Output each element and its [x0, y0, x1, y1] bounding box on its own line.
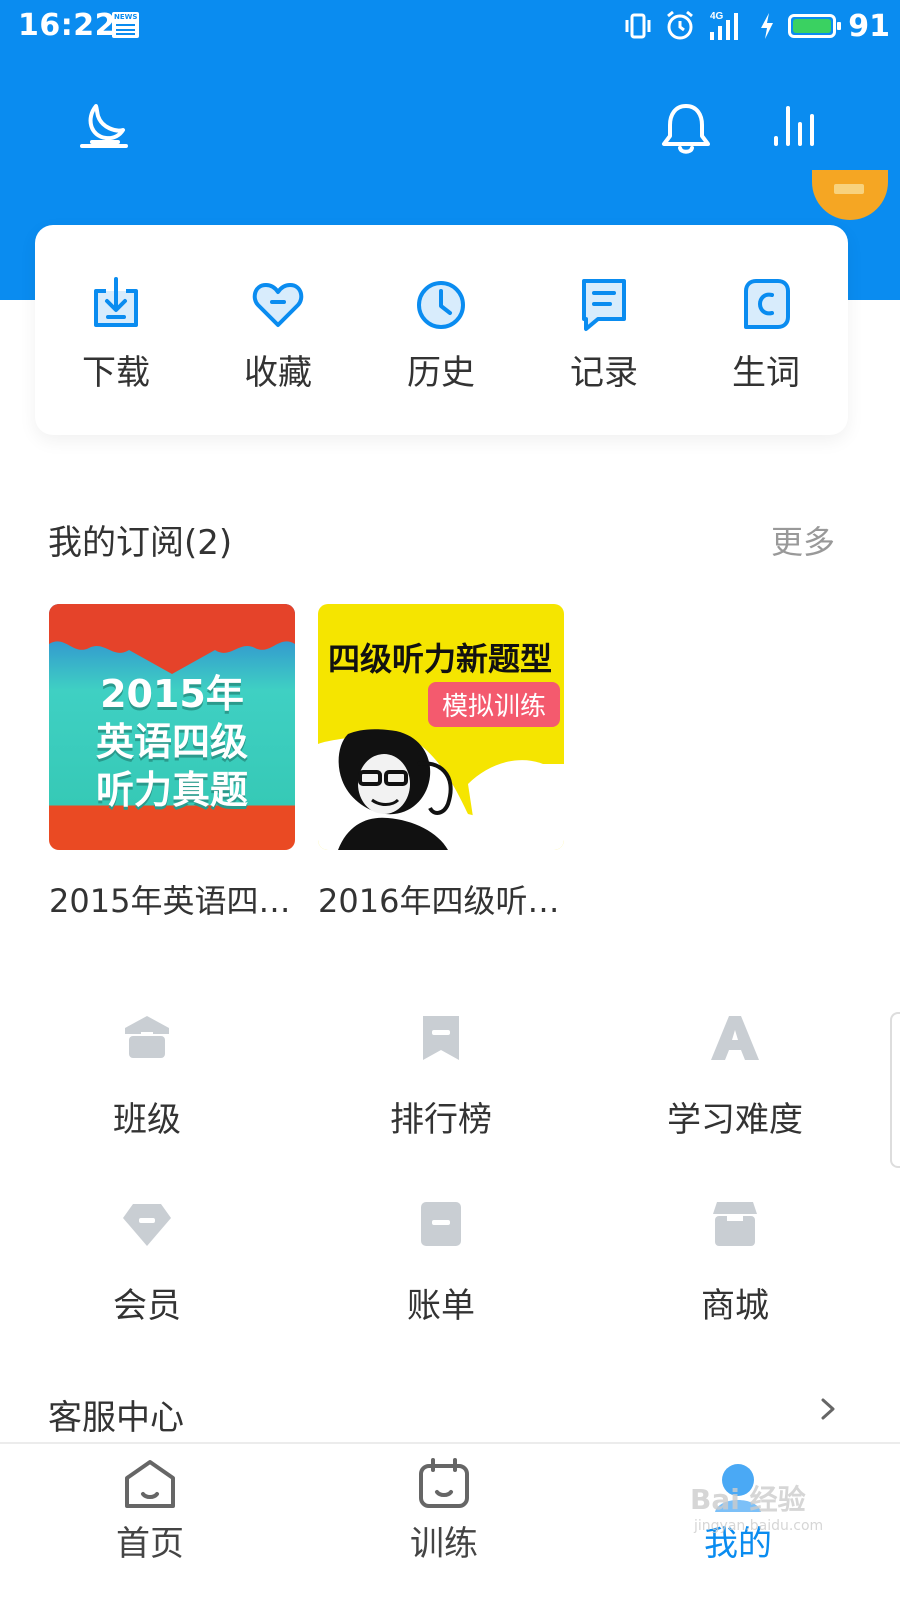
night-mode-icon[interactable]	[76, 98, 132, 158]
watermark: Bai 经验 jingyan.baidu.com	[690, 1483, 824, 1534]
tab-label: 训练	[410, 1524, 478, 1564]
tab-label: 首页	[116, 1524, 184, 1564]
signal-icon: 4G	[710, 11, 739, 40]
quick-label: 收藏	[244, 353, 312, 393]
quick-words[interactable]: 生词	[685, 225, 847, 435]
feature-ranking[interactable]: 排行榜	[294, 1012, 588, 1172]
feature-label: 商城	[701, 1286, 769, 1326]
clock-icon	[417, 281, 465, 329]
side-drawer-handle[interactable]	[890, 1012, 900, 1168]
subscription-cover: 四级听力新题型 模拟训练	[318, 604, 564, 850]
download-icon	[94, 277, 138, 327]
svg-text:4G: 4G	[710, 11, 724, 22]
vip-icon	[123, 1204, 171, 1246]
battery-level: 91	[848, 8, 890, 44]
feature-label: 会员	[113, 1286, 181, 1326]
feature-class[interactable]: 班级	[0, 1012, 294, 1172]
feature-label: 班级	[113, 1100, 181, 1140]
quick-label: 生词	[732, 353, 800, 393]
subscription-card[interactable]: 2015年 英语四级 听力真题 2015年英语四级听力真题	[49, 604, 299, 922]
tab-training[interactable]: 训练	[294, 1444, 594, 1600]
feature-difficulty[interactable]: 学习难度	[588, 1012, 882, 1172]
stats-icon[interactable]	[768, 98, 824, 158]
ranking-icon	[423, 1016, 459, 1060]
vibrate-icon	[625, 13, 651, 39]
bill-icon	[421, 1202, 461, 1246]
alarm-icon	[667, 10, 694, 40]
feature-vip[interactable]: 会员	[0, 1198, 294, 1358]
status-icons: 4G 91	[624, 8, 890, 44]
word-icon	[744, 279, 790, 329]
quick-history[interactable]: 历史	[360, 225, 522, 435]
quick-favorite[interactable]: 收藏	[197, 225, 359, 435]
news-icon: NEWS	[112, 12, 139, 38]
feature-store[interactable]: 商城	[588, 1198, 882, 1358]
store-icon	[713, 1202, 757, 1246]
note-icon	[582, 279, 626, 331]
battery-icon	[788, 14, 842, 38]
quick-actions-card: 下载 收藏 历史 记录 生词	[35, 225, 848, 435]
subscription-title: 2015年英语四级听力真题	[49, 882, 299, 920]
feature-label: 排行榜	[390, 1100, 492, 1140]
status-bar: 16:22 NEWS 4G 91	[0, 0, 900, 52]
quick-download[interactable]: 下载	[35, 225, 197, 435]
subscription-card[interactable]: 四级听力新题型 模拟训练 2016年四级听力新题型模拟训练	[318, 604, 568, 922]
difficulty-icon	[711, 1016, 759, 1060]
status-time: 16:22	[18, 8, 116, 43]
tab-home[interactable]: 首页	[0, 1444, 300, 1600]
quick-label: 下载	[82, 353, 150, 393]
bell-icon[interactable]	[658, 98, 714, 158]
quick-records[interactable]: 记录	[523, 225, 685, 435]
more-link[interactable]: 更多	[771, 517, 835, 563]
class-icon	[125, 1016, 169, 1058]
quick-label: 历史	[407, 353, 475, 393]
heart-icon	[252, 283, 304, 327]
feature-label: 学习难度	[667, 1100, 803, 1140]
home-icon	[125, 1460, 175, 1508]
feature-label: 账单	[407, 1286, 475, 1326]
quick-label: 记录	[570, 353, 638, 393]
subscription-cover: 2015年 英语四级 听力真题	[49, 604, 295, 850]
feature-bill[interactable]: 账单	[294, 1198, 588, 1358]
service-center-item[interactable]: 客服中心	[48, 1390, 184, 1439]
subscription-title: 2016年四级听力新题型模拟训练	[318, 882, 568, 920]
chevron-right-icon[interactable]	[818, 1394, 838, 1424]
portrait-illustration	[318, 729, 564, 850]
charging-icon	[761, 13, 774, 39]
subscriptions-title: 我的订阅(2)	[48, 523, 233, 563]
training-icon	[419, 1458, 469, 1508]
